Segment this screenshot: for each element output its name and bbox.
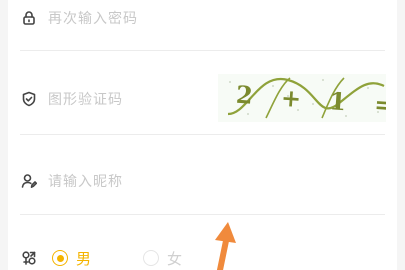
gender-male-label[interactable]: 男 [76, 248, 91, 269]
gender-row: 男 女 [20, 246, 385, 270]
captcha-input[interactable]: 图形验证码 [48, 89, 210, 109]
confirm-password-input[interactable]: 再次输入密码 [48, 8, 385, 28]
shield-icon [20, 90, 38, 108]
gender-female-label[interactable]: 女 [167, 248, 182, 269]
nickname-row[interactable]: 请输入昵称 [20, 169, 385, 193]
captcha-row[interactable]: 图形验证码 [20, 87, 210, 111]
user-edit-icon [20, 172, 38, 190]
nickname-input[interactable]: 请输入昵称 [48, 171, 385, 191]
gender-icon [20, 249, 38, 267]
captcha-image[interactable]: 2 + 1 = [218, 74, 405, 122]
register-form: 再次输入密码 图形验证码 2 + 1 = 请输入昵称 男 女 [8, 0, 405, 270]
divider [20, 134, 385, 135]
gender-female-radio[interactable] [143, 250, 160, 266]
lock-icon [20, 9, 38, 27]
annotation-arrow-icon [215, 222, 236, 270]
divider [20, 214, 385, 215]
divider [20, 50, 385, 51]
confirm-password-row[interactable]: 再次输入密码 [20, 6, 385, 30]
gender-male-radio[interactable] [52, 250, 68, 266]
